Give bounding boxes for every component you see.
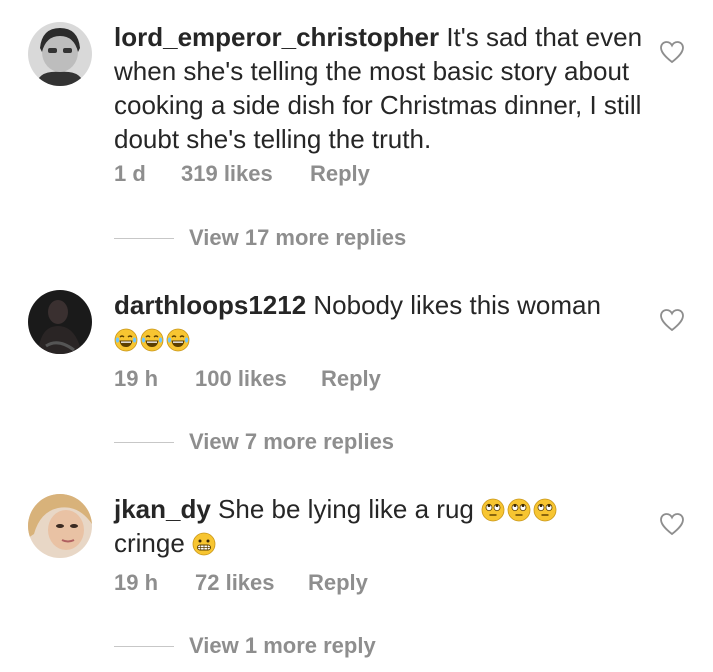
timestamp: 19 h <box>114 366 159 391</box>
eye-roll-emoji <box>507 498 531 522</box>
username[interactable]: jkan_dy <box>114 494 211 524</box>
heart-icon[interactable] <box>659 512 685 536</box>
heart-icon[interactable] <box>659 308 685 332</box>
reply-button[interactable]: Reply <box>321 366 381 392</box>
comment-text: darthloops1212 Nobody likes this woman <box>114 288 644 356</box>
divider <box>114 238 174 239</box>
divider <box>114 646 174 647</box>
avatar[interactable] <box>28 22 92 86</box>
likes-count[interactable]: 319 likes <box>181 161 273 187</box>
likes-count[interactable]: 100 likes <box>195 366 287 392</box>
laughing-tears-emoji <box>140 328 164 352</box>
avatar[interactable] <box>28 494 92 558</box>
timestamp: 19 h <box>114 570 159 595</box>
username[interactable]: darthloops1212 <box>114 290 306 320</box>
reply-button[interactable]: Reply <box>308 570 368 596</box>
likes-count[interactable]: 72 likes <box>195 570 275 596</box>
reply-button[interactable]: Reply <box>310 161 370 187</box>
eye-roll-emoji <box>533 498 557 522</box>
comment-text: jkan_dy She be lying like a rug cringe <box>114 492 644 560</box>
comment-text: lord_emperor_christopher It's sad that e… <box>114 22 643 154</box>
laughing-tears-emoji <box>114 328 138 352</box>
grimacing-emoji <box>192 532 216 556</box>
divider <box>114 442 174 443</box>
heart-icon[interactable] <box>659 40 685 64</box>
username[interactable]: lord_emperor_christopher <box>114 22 439 52</box>
eye-roll-emoji <box>481 498 505 522</box>
timestamp: 1 d <box>114 161 146 186</box>
avatar[interactable] <box>28 290 92 354</box>
comment: lord_emperor_christopher It's sad that e… <box>0 0 713 250</box>
laughing-tears-emoji <box>166 328 190 352</box>
